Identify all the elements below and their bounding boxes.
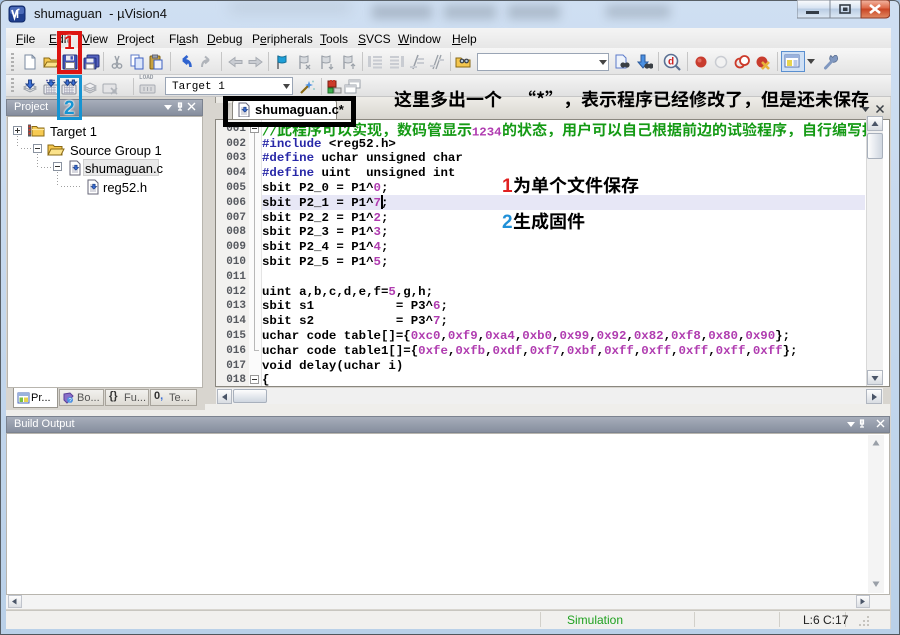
svg-text:d: d [668, 57, 674, 68]
